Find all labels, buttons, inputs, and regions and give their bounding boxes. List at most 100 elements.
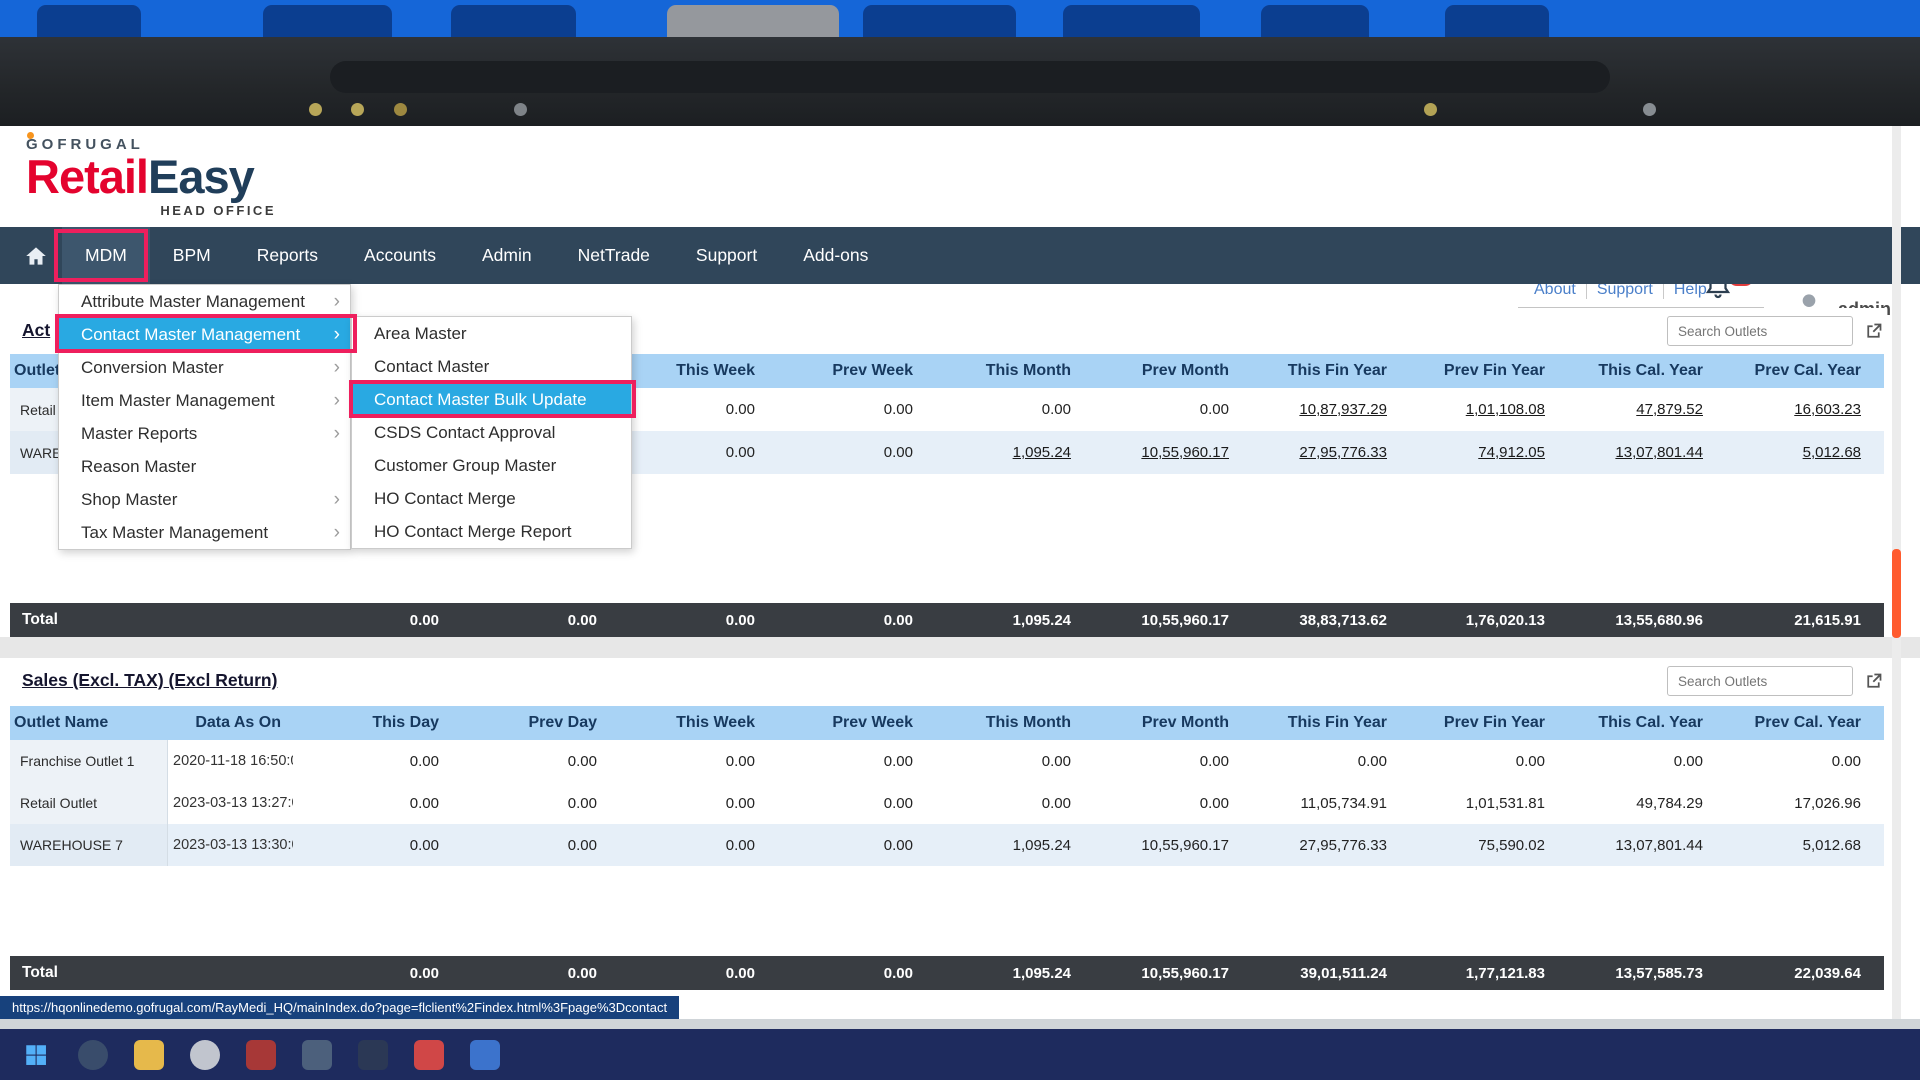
browser-tab[interactable]	[1063, 5, 1200, 37]
table-row[interactable]: Retail Outlet 2023-03-13 13:27:00 0.00 0…	[10, 782, 1884, 824]
home-button[interactable]	[10, 227, 62, 284]
cell-this-month: 0.00	[925, 753, 1083, 770]
section1-title[interactable]: Act	[22, 320, 50, 341]
brand-gofrugal: GOFRUGAL	[26, 136, 276, 153]
vertical-scrollbar[interactable]	[1892, 126, 1901, 1019]
total-prev-fin-year: 1,76,020.13	[1399, 612, 1557, 629]
total-prev-cal-year: 22,039.64	[1715, 965, 1873, 982]
total-prev-fin-year: 1,77,121.83	[1399, 965, 1557, 982]
chevron-right-icon: ›	[334, 292, 340, 311]
cell-prev-cal-year[interactable]: 16,603.23	[1715, 401, 1873, 418]
nav-item-admin[interactable]: Admin	[459, 227, 555, 284]
cell-prev-month[interactable]: 10,55,960.17	[1083, 444, 1241, 461]
total-this-month: 1,095.24	[925, 612, 1083, 629]
browser-tab-active[interactable]	[667, 5, 839, 37]
window-edge	[0, 1019, 1920, 1029]
nav-item-add-ons[interactable]: Add-ons	[780, 227, 891, 284]
column-header-prev-month: Prev Month	[1083, 714, 1241, 732]
nav-item-support[interactable]: Support	[673, 227, 780, 284]
cell-this-cal-year[interactable]: 47,879.52	[1557, 401, 1715, 418]
taskbar-icon-app-dark[interactable]	[358, 1040, 388, 1070]
submenu-item-contact-master[interactable]: Contact Master	[352, 350, 631, 383]
chevron-right-icon: ›	[334, 490, 340, 509]
taskbar-icon-app-blue[interactable]	[470, 1040, 500, 1070]
menu-item-conversion-master[interactable]: Conversion Master ›	[59, 351, 350, 384]
cell-prev-fin-year[interactable]: 1,01,108.08	[1399, 401, 1557, 418]
cell-this-fin-year: 11,05,734.91	[1241, 795, 1399, 812]
submenu-item-customer-group-master[interactable]: Customer Group Master	[352, 449, 631, 482]
taskbar-icon-folder[interactable]	[134, 1040, 164, 1070]
browser-tab[interactable]	[1261, 5, 1369, 37]
cell-outlet-name: Retail Outlet	[10, 782, 168, 824]
brand-head-office: HEAD OFFICE	[26, 203, 276, 218]
open-in-new-icon[interactable]	[1862, 320, 1884, 342]
column-header-prev-day: Prev Day	[451, 714, 609, 732]
column-header-this-month: This Month	[925, 362, 1083, 380]
browser-tab[interactable]	[263, 5, 392, 37]
submenu-item-ho-contact-merge-report[interactable]: HO Contact Merge Report	[352, 515, 631, 548]
browser-tab[interactable]	[37, 5, 141, 37]
cell-this-cal-year: 13,07,801.44	[1557, 837, 1715, 854]
chevron-right-icon: ›	[334, 424, 340, 443]
cell-this-week: 0.00	[609, 753, 767, 770]
taskbar-icon-browser[interactable]	[190, 1040, 220, 1070]
nav-item-bpm[interactable]: BPM	[150, 227, 234, 284]
cell-this-fin-year[interactable]: 10,87,937.29	[1241, 401, 1399, 418]
scrollbar-thumb[interactable]	[1892, 549, 1901, 638]
nav-item-nettrade[interactable]: NetTrade	[555, 227, 673, 284]
table-row[interactable]: Franchise Outlet 1 2020-11-18 16:50:04 0…	[10, 740, 1884, 782]
cell-prev-week: 0.00	[767, 401, 925, 418]
menu-item-item-master-management[interactable]: Item Master Management ›	[59, 384, 350, 417]
total-this-cal-year: 13,57,585.73	[1557, 965, 1715, 982]
menu-item-attribute-master-management[interactable]: Attribute Master Management ›	[59, 285, 350, 318]
cell-this-month: 1,095.24	[925, 837, 1083, 854]
start-button[interactable]	[20, 1039, 52, 1071]
submenu-item-csds-contact-approval[interactable]: CSDS Contact Approval	[352, 416, 631, 449]
nav-items: MDM BPM Reports Accounts Admin	[62, 227, 891, 284]
column-header-this-cal-year: This Cal. Year	[1557, 362, 1715, 380]
chevron-right-icon: ›	[334, 358, 340, 377]
open-in-new-icon[interactable]	[1862, 670, 1884, 692]
menu-item-contact-master-management[interactable]: Contact Master Management ›	[59, 318, 350, 351]
cell-this-month: 0.00	[925, 795, 1083, 812]
section2-search-outlets-input[interactable]	[1667, 666, 1853, 696]
table-row[interactable]: WAREHOUSE 7 2023-03-13 13:30:01 0.00 0.0…	[10, 824, 1884, 866]
cell-prev-fin-year: 75,590.02	[1399, 837, 1557, 854]
cell-this-week: 0.00	[609, 837, 767, 854]
browser-tab[interactable]	[863, 5, 1016, 37]
cell-this-month: 0.00	[925, 401, 1083, 418]
cell-this-cal-year[interactable]: 13,07,801.44	[1557, 444, 1715, 461]
section2-title[interactable]: Sales (Excl. TAX) (Excl Return)	[22, 670, 277, 691]
cell-prev-cal-year[interactable]: 5,012.68	[1715, 444, 1873, 461]
taskbar-icon-media-red[interactable]	[414, 1040, 444, 1070]
nav-item-reports[interactable]: Reports	[234, 227, 341, 284]
menu-item-reason-master[interactable]: Reason Master	[59, 450, 350, 483]
cell-outlet-name: Franchise Outlet 1	[10, 740, 168, 782]
cell-prev-day: 0.00	[451, 753, 609, 770]
nav-item-mdm[interactable]: MDM	[62, 227, 150, 284]
cell-prev-week: 0.00	[767, 837, 925, 854]
submenu-item-contact-master-bulk-update[interactable]: Contact Master Bulk Update	[352, 383, 631, 416]
cell-this-week: 0.00	[609, 401, 767, 418]
column-header-prev-week: Prev Week	[767, 362, 925, 380]
browser-tab[interactable]	[1445, 5, 1549, 37]
submenu-item-area-master[interactable]: Area Master	[352, 317, 631, 350]
browser-toolbar	[0, 37, 1920, 126]
cell-this-month[interactable]: 1,095.24	[925, 444, 1083, 461]
cell-this-fin-year[interactable]: 27,95,776.33	[1241, 444, 1399, 461]
total-label: Total	[10, 611, 293, 629]
submenu-item-ho-contact-merge[interactable]: HO Contact Merge	[352, 482, 631, 515]
nav-item-accounts[interactable]: Accounts	[341, 227, 459, 284]
column-header-prev-fin-year: Prev Fin Year	[1399, 362, 1557, 380]
cell-prev-fin-year[interactable]: 74,912.05	[1399, 444, 1557, 461]
menu-item-master-reports[interactable]: Master Reports ›	[59, 417, 350, 450]
menu-item-tax-master-management[interactable]: Tax Master Management ›	[59, 516, 350, 549]
taskbar-icon-search[interactable]	[78, 1040, 108, 1070]
section1-search-outlets-input[interactable]	[1667, 316, 1853, 346]
taskbar-icon-app-steel[interactable]	[302, 1040, 332, 1070]
browser-tab[interactable]	[451, 5, 576, 37]
menu-item-shop-master[interactable]: Shop Master ›	[59, 483, 350, 516]
cell-prev-fin-year: 1,01,531.81	[1399, 795, 1557, 812]
taskbar-icon-app-red[interactable]	[246, 1040, 276, 1070]
cell-this-week: 0.00	[609, 795, 767, 812]
